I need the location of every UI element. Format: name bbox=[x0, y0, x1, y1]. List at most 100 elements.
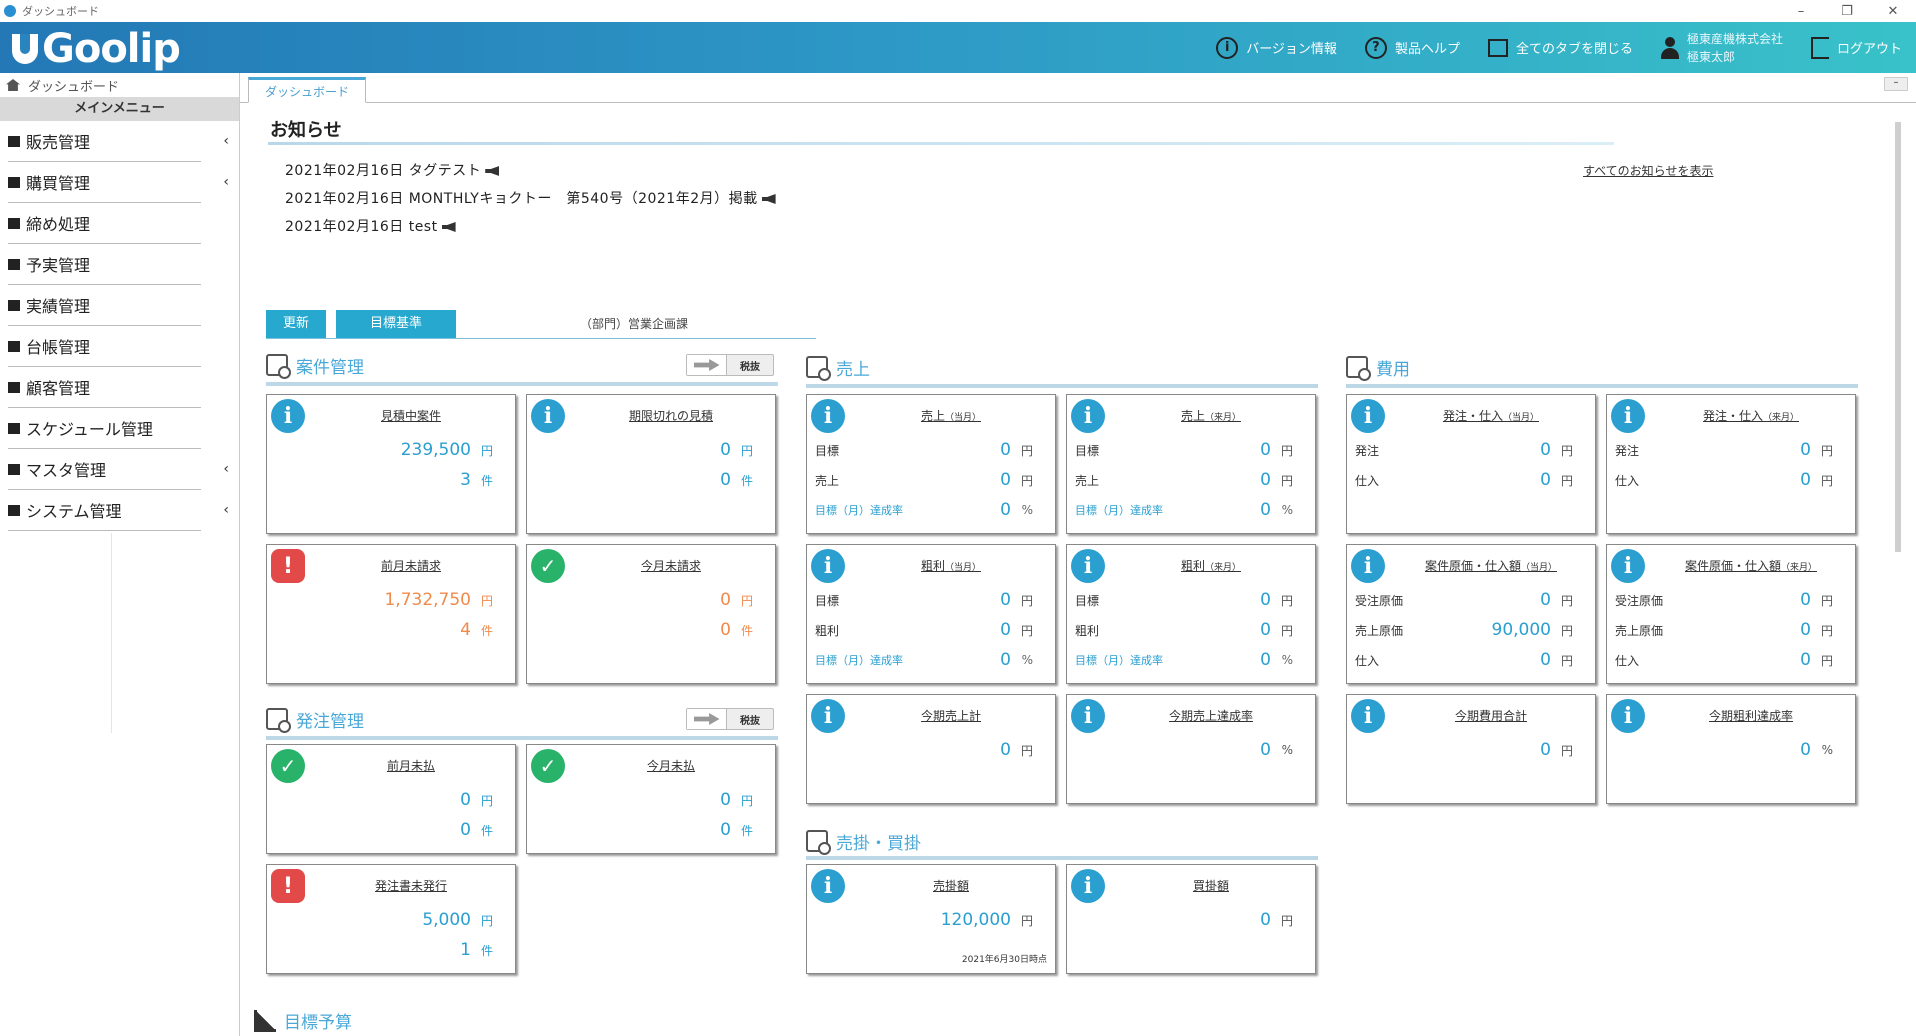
unit-pct: % bbox=[1021, 653, 1033, 667]
card-title[interactable]: 発注書未発行 bbox=[307, 877, 515, 894]
breadcrumb[interactable]: ダッシュボード bbox=[0, 73, 239, 97]
close-button[interactable]: ✕ bbox=[1870, 0, 1916, 22]
card-kongetsu-seikyu[interactable]: ✓ 今月未請求 0円 0件 bbox=[526, 544, 776, 684]
sidebar-item-7[interactable]: スケジュール管理 bbox=[8, 408, 201, 449]
card-zengetsu-shiharai[interactable]: ✓ 前月未払 0円 0件 bbox=[266, 744, 516, 854]
tax-toggle-hacchu[interactable]: 税抜 bbox=[686, 708, 774, 730]
restore-button[interactable]: ❐ bbox=[1824, 0, 1870, 22]
check-box-icon bbox=[8, 217, 20, 229]
card-genka-next[interactable]: i 案件原価・仕入額（来月） 受注原価 0 円 売上原価 0 円 仕入 0 円 bbox=[1606, 544, 1856, 684]
count-value: 3 bbox=[460, 470, 471, 490]
sidebar-divider bbox=[111, 533, 112, 733]
news-item[interactable]: 2021年02月16日 test bbox=[285, 216, 456, 236]
card-title[interactable]: 売上（来月） bbox=[1107, 407, 1315, 424]
card-title[interactable]: 今月未払 bbox=[567, 757, 775, 774]
sidebar-item-5[interactable]: 台帳管理 bbox=[8, 326, 201, 367]
card-title[interactable]: 今期粗利達成率 bbox=[1647, 707, 1855, 724]
card-title[interactable]: 期限切れの見積 bbox=[567, 407, 775, 424]
collapse-panel-button[interactable]: – bbox=[1884, 77, 1908, 91]
card-title[interactable]: 案件原価・仕入額（来月） bbox=[1647, 557, 1855, 574]
card-urikake[interactable]: i 売掛額 120,000 円 2021年6月30日時点 bbox=[806, 864, 1056, 974]
logo[interactable]: Goolip bbox=[12, 26, 181, 72]
department-label: （部門）営業企画課 bbox=[580, 317, 689, 331]
section-title: 売掛・買掛 bbox=[836, 833, 921, 854]
card-title[interactable]: 粗利（来月） bbox=[1107, 557, 1315, 574]
section-hacchu: 発注管理 bbox=[266, 704, 364, 734]
logout-link[interactable]: ログアウト bbox=[1810, 36, 1902, 59]
target-value: 0 bbox=[1000, 440, 1011, 460]
section-divider bbox=[266, 736, 778, 740]
count-value: 0 bbox=[720, 470, 731, 490]
chevron-left-icon[interactable]: ‹ bbox=[223, 174, 229, 190]
news-item[interactable]: 2021年02月16日 MONTHLYキョクトー 第540号（2021年2月）掲… bbox=[285, 188, 776, 208]
info-icon: i bbox=[1351, 549, 1385, 583]
unit-yen: 円 bbox=[1280, 473, 1293, 488]
card-title[interactable]: 発注・仕入（当月） bbox=[1387, 407, 1595, 424]
card-title[interactable]: 買掛額 bbox=[1107, 877, 1315, 894]
card-title[interactable]: 粗利（当月） bbox=[847, 557, 1055, 574]
card-title[interactable]: 今月未請求 bbox=[567, 557, 775, 574]
sidebar-item-label: 予実管理 bbox=[26, 256, 91, 275]
tax-toggle-anken[interactable]: 税抜 bbox=[686, 354, 774, 376]
show-all-news-link[interactable]: すべてのお知らせを表示 bbox=[1583, 162, 1713, 179]
card-kigen[interactable]: i 期限切れの見積 0円 0件 bbox=[526, 394, 776, 534]
vertical-scrollbar[interactable] bbox=[1894, 112, 1902, 1034]
sidebar-item-label: 実績管理 bbox=[26, 297, 91, 316]
card-kaikake[interactable]: i 買掛額 0円 bbox=[1066, 864, 1316, 974]
card-arari-current[interactable]: i 粗利（当月） 目標 0 円 粗利 0 円 目標（月）達成率 0% bbox=[806, 544, 1056, 684]
card-mitsumori[interactable]: i 見積中案件 239,500 円 3件 bbox=[266, 394, 516, 534]
card-kikan-arari[interactable]: i 今期粗利達成率 0% bbox=[1606, 694, 1856, 804]
sidebar-item-0[interactable]: 販売管理 ‹ bbox=[8, 121, 229, 162]
card-title[interactable]: 今期売上計 bbox=[847, 707, 1055, 724]
card-title[interactable]: 今期売上達成率 bbox=[1107, 707, 1315, 724]
card-title[interactable]: 発注・仕入（来月） bbox=[1647, 407, 1855, 424]
minimize-button[interactable]: – bbox=[1778, 0, 1824, 22]
card-title[interactable]: 今期費用合計 bbox=[1387, 707, 1595, 724]
section-urikake: 売掛・買掛 bbox=[806, 826, 921, 856]
purchase-label: 仕入 bbox=[1615, 473, 1640, 488]
chevron-left-icon[interactable]: ‹ bbox=[223, 502, 229, 518]
budget-chart-icon bbox=[254, 1009, 276, 1032]
card-title[interactable]: 前月未請求 bbox=[307, 557, 515, 574]
card-kikan-uriage[interactable]: i 今期売上計 0円 bbox=[806, 694, 1056, 804]
card-hacchu-current[interactable]: i 発注・仕入（当月） 発注 0 円 仕入 0 円 bbox=[1346, 394, 1596, 534]
card-zengetsu-seikyu[interactable]: ! 前月未請求 1,732,750 円 4件 bbox=[266, 544, 516, 684]
chevron-left-icon[interactable]: ‹ bbox=[223, 133, 229, 149]
sidebar-item-1[interactable]: 購買管理 ‹ bbox=[8, 162, 229, 203]
sidebar-item-9[interactable]: システム管理 ‹ bbox=[8, 490, 229, 531]
card-title[interactable]: 案件原価・仕入額（当月） bbox=[1387, 557, 1595, 574]
target-basis-button[interactable]: 目標基準 bbox=[336, 310, 456, 338]
news-item[interactable]: 2021年02月16日 タグテスト bbox=[285, 160, 500, 180]
target-label: 目標 bbox=[815, 443, 840, 458]
news-title: お知らせ bbox=[270, 120, 342, 141]
card-genka-current[interactable]: i 案件原価・仕入額（当月） 受注原価 0 円 売上原価 90,000 円 仕入 0 円 bbox=[1346, 544, 1596, 684]
check-icon: ✓ bbox=[271, 749, 305, 783]
sidebar-item-6[interactable]: 顧客管理 bbox=[8, 367, 201, 408]
unit-yen: 円 bbox=[1560, 593, 1573, 608]
card-title[interactable]: 売上（当月） bbox=[847, 407, 1055, 424]
card-title[interactable]: 前月未払 bbox=[307, 757, 515, 774]
card-uriage-next[interactable]: i 売上（来月） 目標 0 円 売上 0 円 目標（月）達成率 0% bbox=[1066, 394, 1316, 534]
user-info[interactable]: 極東産機株式会社 極東太郎 bbox=[1660, 30, 1783, 66]
card-arari-next[interactable]: i 粗利（来月） 目標 0 円 粗利 0 円 目標（月）達成率 0% bbox=[1066, 544, 1316, 684]
card-uriage-current[interactable]: i 売上（当月） 目標 0 円 売上 0 円 目標（月）達成率 0% bbox=[806, 394, 1056, 534]
card-kikan-hiyou[interactable]: i 今期費用合計 0円 bbox=[1346, 694, 1596, 804]
version-info-link[interactable]: i バージョン情報 bbox=[1216, 36, 1337, 59]
sidebar-item-8[interactable]: マスタ管理 ‹ bbox=[8, 449, 229, 490]
scrollbar-thumb[interactable] bbox=[1895, 122, 1901, 552]
card-title[interactable]: 見積中案件 bbox=[307, 407, 515, 424]
card-title[interactable]: 売掛額 bbox=[847, 877, 1055, 894]
card-kikan-tassei[interactable]: i 今期売上達成率 0% bbox=[1066, 694, 1316, 804]
card-hacchusho[interactable]: ! 発注書未発行 5,000 円 1件 bbox=[266, 864, 516, 974]
close-all-tabs-link[interactable]: 全てのタブを閉じる bbox=[1487, 38, 1633, 57]
card-hacchu-next[interactable]: i 発注・仕入（来月） 発注 0 円 仕入 0 円 bbox=[1606, 394, 1856, 534]
tab-dashboard[interactable]: ダッシュボード bbox=[248, 77, 366, 103]
chevron-left-icon[interactable]: ‹ bbox=[223, 461, 229, 477]
update-button[interactable]: 更新 bbox=[266, 310, 326, 338]
product-help-link[interactable]: ? 製品ヘルプ bbox=[1364, 36, 1460, 59]
sidebar-item-3[interactable]: 予実管理 bbox=[8, 244, 201, 285]
card-kongetsu-shiharai[interactable]: ✓ 今月未払 0円 0件 bbox=[526, 744, 776, 854]
sidebar-item-2[interactable]: 締め処理 bbox=[8, 203, 201, 244]
user-name: 極東太郎 bbox=[1686, 49, 1735, 64]
sidebar-item-4[interactable]: 実績管理 bbox=[8, 285, 201, 326]
